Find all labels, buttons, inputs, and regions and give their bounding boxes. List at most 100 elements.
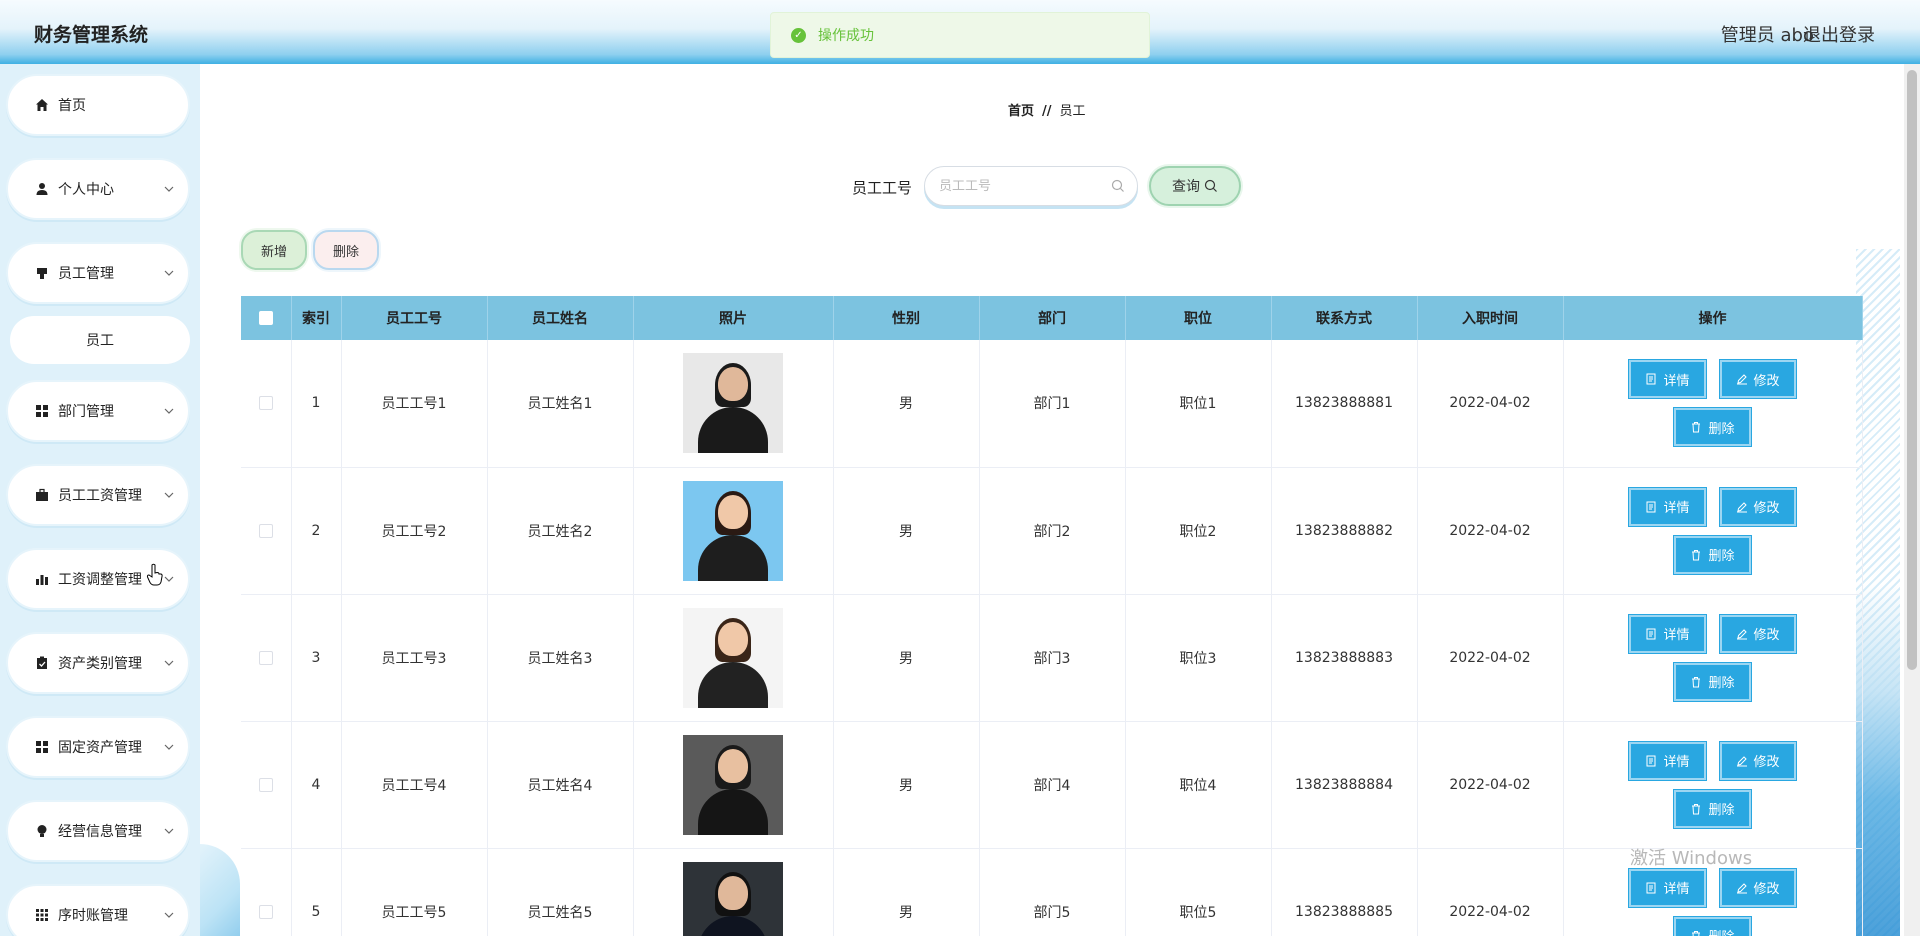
trash-icon <box>1692 422 1701 433</box>
column-header: 部门 <box>979 296 1126 340</box>
detail-button[interactable]: 详情 <box>1629 614 1706 653</box>
sidebar-item-business-info[interactable]: 经营信息管理 <box>6 800 190 862</box>
bulb-icon <box>34 823 50 839</box>
search-box <box>924 166 1138 206</box>
edit-button[interactable]: 修改 <box>1719 614 1796 653</box>
select-all-checkbox[interactable] <box>258 311 273 325</box>
edit-button-label: 修改 <box>1753 882 1780 897</box>
chevron-down-icon <box>164 744 174 750</box>
detail-button[interactable]: 详情 <box>1629 360 1706 399</box>
cell-hire-date: 2022-04-02 <box>1417 848 1564 936</box>
staff-photo <box>683 480 783 581</box>
cell-gender: 男 <box>833 721 980 849</box>
breadcrumb-separator: // <box>1042 104 1052 119</box>
sidebar-item-department[interactable]: 部门管理 <box>6 380 190 442</box>
row-select-cell[interactable] <box>241 594 292 722</box>
clipboard-icon <box>34 655 50 671</box>
cell-staff-no: 员工工号5 <box>341 848 488 936</box>
document-icon <box>1646 755 1656 766</box>
edit-icon <box>1736 755 1747 766</box>
table-row: 4 员工工号4 员工姓名4 男 部门4 职位4 13823888884 2022… <box>241 721 1863 849</box>
delete-button-label: 删除 <box>1708 549 1735 564</box>
row-checkbox[interactable] <box>258 396 273 411</box>
check-icon: ✓ <box>791 27 806 43</box>
logout-link[interactable]: 退出登录 <box>1803 21 1875 47</box>
edit-button-label: 修改 <box>1753 755 1780 770</box>
delete-button[interactable]: 删除 <box>1674 789 1751 828</box>
column-header: 操作 <box>1563 296 1863 340</box>
edit-button[interactable]: 修改 <box>1719 868 1796 907</box>
toast-message: 操作成功 <box>818 28 874 44</box>
cell-photo <box>633 467 834 595</box>
cell-index: 5 <box>291 848 342 936</box>
cell-position: 职位2 <box>1125 467 1272 595</box>
trash-icon <box>1692 676 1701 687</box>
row-select-cell[interactable] <box>241 467 292 595</box>
cell-index: 2 <box>291 467 342 595</box>
cell-operations: 详情 修改 删除 <box>1563 721 1863 849</box>
sidebar-item-home[interactable]: 首页 <box>6 74 190 136</box>
column-header: 入职时间 <box>1417 296 1564 340</box>
breadcrumb-current: 员工 <box>1059 104 1086 119</box>
briefcase-icon <box>34 487 50 503</box>
detail-button-label: 详情 <box>1663 882 1690 897</box>
cell-staff-name: 员工姓名3 <box>487 594 634 722</box>
edit-icon <box>1736 374 1747 385</box>
document-icon <box>1646 501 1656 512</box>
cell-department: 部门4 <box>979 721 1126 849</box>
sidebar-item-fixed-asset[interactable]: 固定资产管理 <box>6 716 190 778</box>
row-select-cell[interactable] <box>241 340 292 468</box>
cell-department: 部门1 <box>979 340 1126 468</box>
detail-button[interactable]: 详情 <box>1629 868 1706 907</box>
breadcrumb-home[interactable]: 首页 <box>1008 104 1034 119</box>
search-icon <box>1111 179 1124 192</box>
sidebar-item-salary[interactable]: 员工工资管理 <box>6 464 190 526</box>
row-select-cell[interactable] <box>241 721 292 849</box>
row-checkbox[interactable] <box>258 904 273 919</box>
table-row: 3 员工工号3 员工姓名3 男 部门3 职位3 13823888883 2022… <box>241 594 1863 722</box>
delete-button[interactable]: 删除 <box>1674 408 1751 447</box>
add-button[interactable]: 新增 <box>241 230 307 270</box>
edit-button[interactable]: 修改 <box>1719 741 1796 780</box>
batch-delete-button[interactable]: 删除 <box>313 230 379 270</box>
main-content: 首页 // 员工 员工工号 查询 新增 删除 索引 员工工号 员工姓名 照片 性别 … <box>200 64 1920 936</box>
cell-phone: 13823888881 <box>1271 340 1418 468</box>
sidebar-item-staff-management[interactable]: 员工管理 <box>6 242 190 304</box>
edit-button[interactable]: 修改 <box>1719 360 1796 399</box>
search-input[interactable] <box>939 178 1109 194</box>
header-select-all[interactable] <box>241 296 292 340</box>
query-button[interactable]: 查询 <box>1149 166 1241 206</box>
row-select-cell[interactable] <box>241 848 292 936</box>
sidebar-item-personal-center[interactable]: 个人中心 <box>6 158 190 220</box>
row-checkbox[interactable] <box>258 650 273 665</box>
staff-photo <box>683 353 783 454</box>
staff-photo <box>683 734 783 835</box>
cell-staff-name: 员工姓名1 <box>487 340 634 468</box>
sidebar: 首页 个人中心 员工管理 员工 部门管理 员工工资管理 工资调整管理 资产类别管… <box>0 64 200 936</box>
scrollbar-thumb[interactable] <box>1907 70 1917 670</box>
cell-staff-name: 员工姓名5 <box>487 848 634 936</box>
cell-position: 职位5 <box>1125 848 1272 936</box>
detail-button[interactable]: 详情 <box>1629 741 1706 780</box>
chevron-down-icon <box>164 828 174 834</box>
edit-button[interactable]: 修改 <box>1719 487 1796 526</box>
column-header: 性别 <box>833 296 980 340</box>
sidebar-item-journal[interactable]: 序时账管理 <box>6 884 190 936</box>
delete-button[interactable]: 删除 <box>1674 662 1751 701</box>
row-checkbox[interactable] <box>258 777 273 792</box>
chevron-down-icon <box>164 270 174 276</box>
row-checkbox[interactable] <box>258 523 273 538</box>
edit-icon <box>1736 628 1747 639</box>
detail-button[interactable]: 详情 <box>1629 487 1706 526</box>
delete-button[interactable]: 删除 <box>1674 535 1751 574</box>
sidebar-item-asset-category[interactable]: 资产类别管理 <box>6 632 190 694</box>
trash-icon <box>1692 803 1701 814</box>
chevron-down-icon <box>164 492 174 498</box>
cell-phone: 13823888885 <box>1271 848 1418 936</box>
sidebar-subitem-staff[interactable]: 员工 <box>10 316 190 364</box>
cell-operations: 详情 修改 删除 <box>1563 594 1863 722</box>
cell-staff-no: 员工工号1 <box>341 340 488 468</box>
delete-button[interactable]: 删除 <box>1674 916 1751 936</box>
cell-hire-date: 2022-04-02 <box>1417 467 1564 595</box>
cell-operations: 详情 修改 删除 <box>1563 340 1863 468</box>
